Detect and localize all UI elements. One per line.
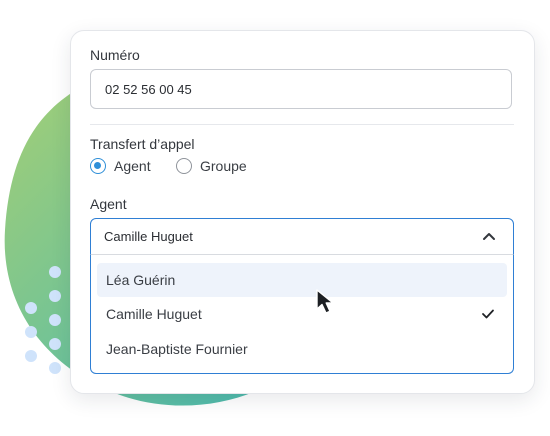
- radio-groupe[interactable]: Groupe: [176, 158, 247, 174]
- radio-groupe-indicator[interactable]: [176, 158, 192, 174]
- dropdown-option-lea-guerin[interactable]: Léa Guérin: [97, 263, 507, 297]
- agent-dropdown-list: Léa Guérin Camille Huguet Jean-Baptiste …: [90, 254, 514, 374]
- radio-agent-label: Agent: [114, 158, 151, 174]
- radio-agent-indicator[interactable]: [90, 158, 106, 174]
- numero-label: Numéro: [90, 47, 140, 63]
- agent-label: Agent: [90, 196, 127, 212]
- decorative-dots: [25, 266, 61, 374]
- agent-select-value: Camille Huguet: [104, 229, 193, 244]
- radio-groupe-label: Groupe: [200, 158, 247, 174]
- numero-input[interactable]: 02 52 56 00 45: [90, 69, 512, 109]
- dropdown-option-jean-baptiste-fournier[interactable]: Jean-Baptiste Fournier: [97, 332, 507, 366]
- agent-select[interactable]: Camille Huguet: [90, 218, 514, 255]
- mouse-pointer-icon: [316, 289, 334, 314]
- numero-value: 02 52 56 00 45: [105, 81, 192, 97]
- chevron-up-icon[interactable]: [482, 231, 496, 241]
- section-divider: [90, 124, 514, 125]
- check-icon: [482, 309, 494, 319]
- option-label: Jean-Baptiste Fournier: [106, 341, 248, 357]
- dropdown-option-camille-huguet[interactable]: Camille Huguet: [97, 297, 507, 331]
- option-label: Léa Guérin: [106, 272, 176, 288]
- transfer-label: Transfert d’appel: [90, 136, 195, 152]
- call-settings-card: Numéro 02 52 56 00 45 Transfert d’appel …: [70, 30, 535, 394]
- option-label: Camille Huguet: [106, 306, 202, 322]
- radio-agent[interactable]: Agent: [90, 158, 151, 174]
